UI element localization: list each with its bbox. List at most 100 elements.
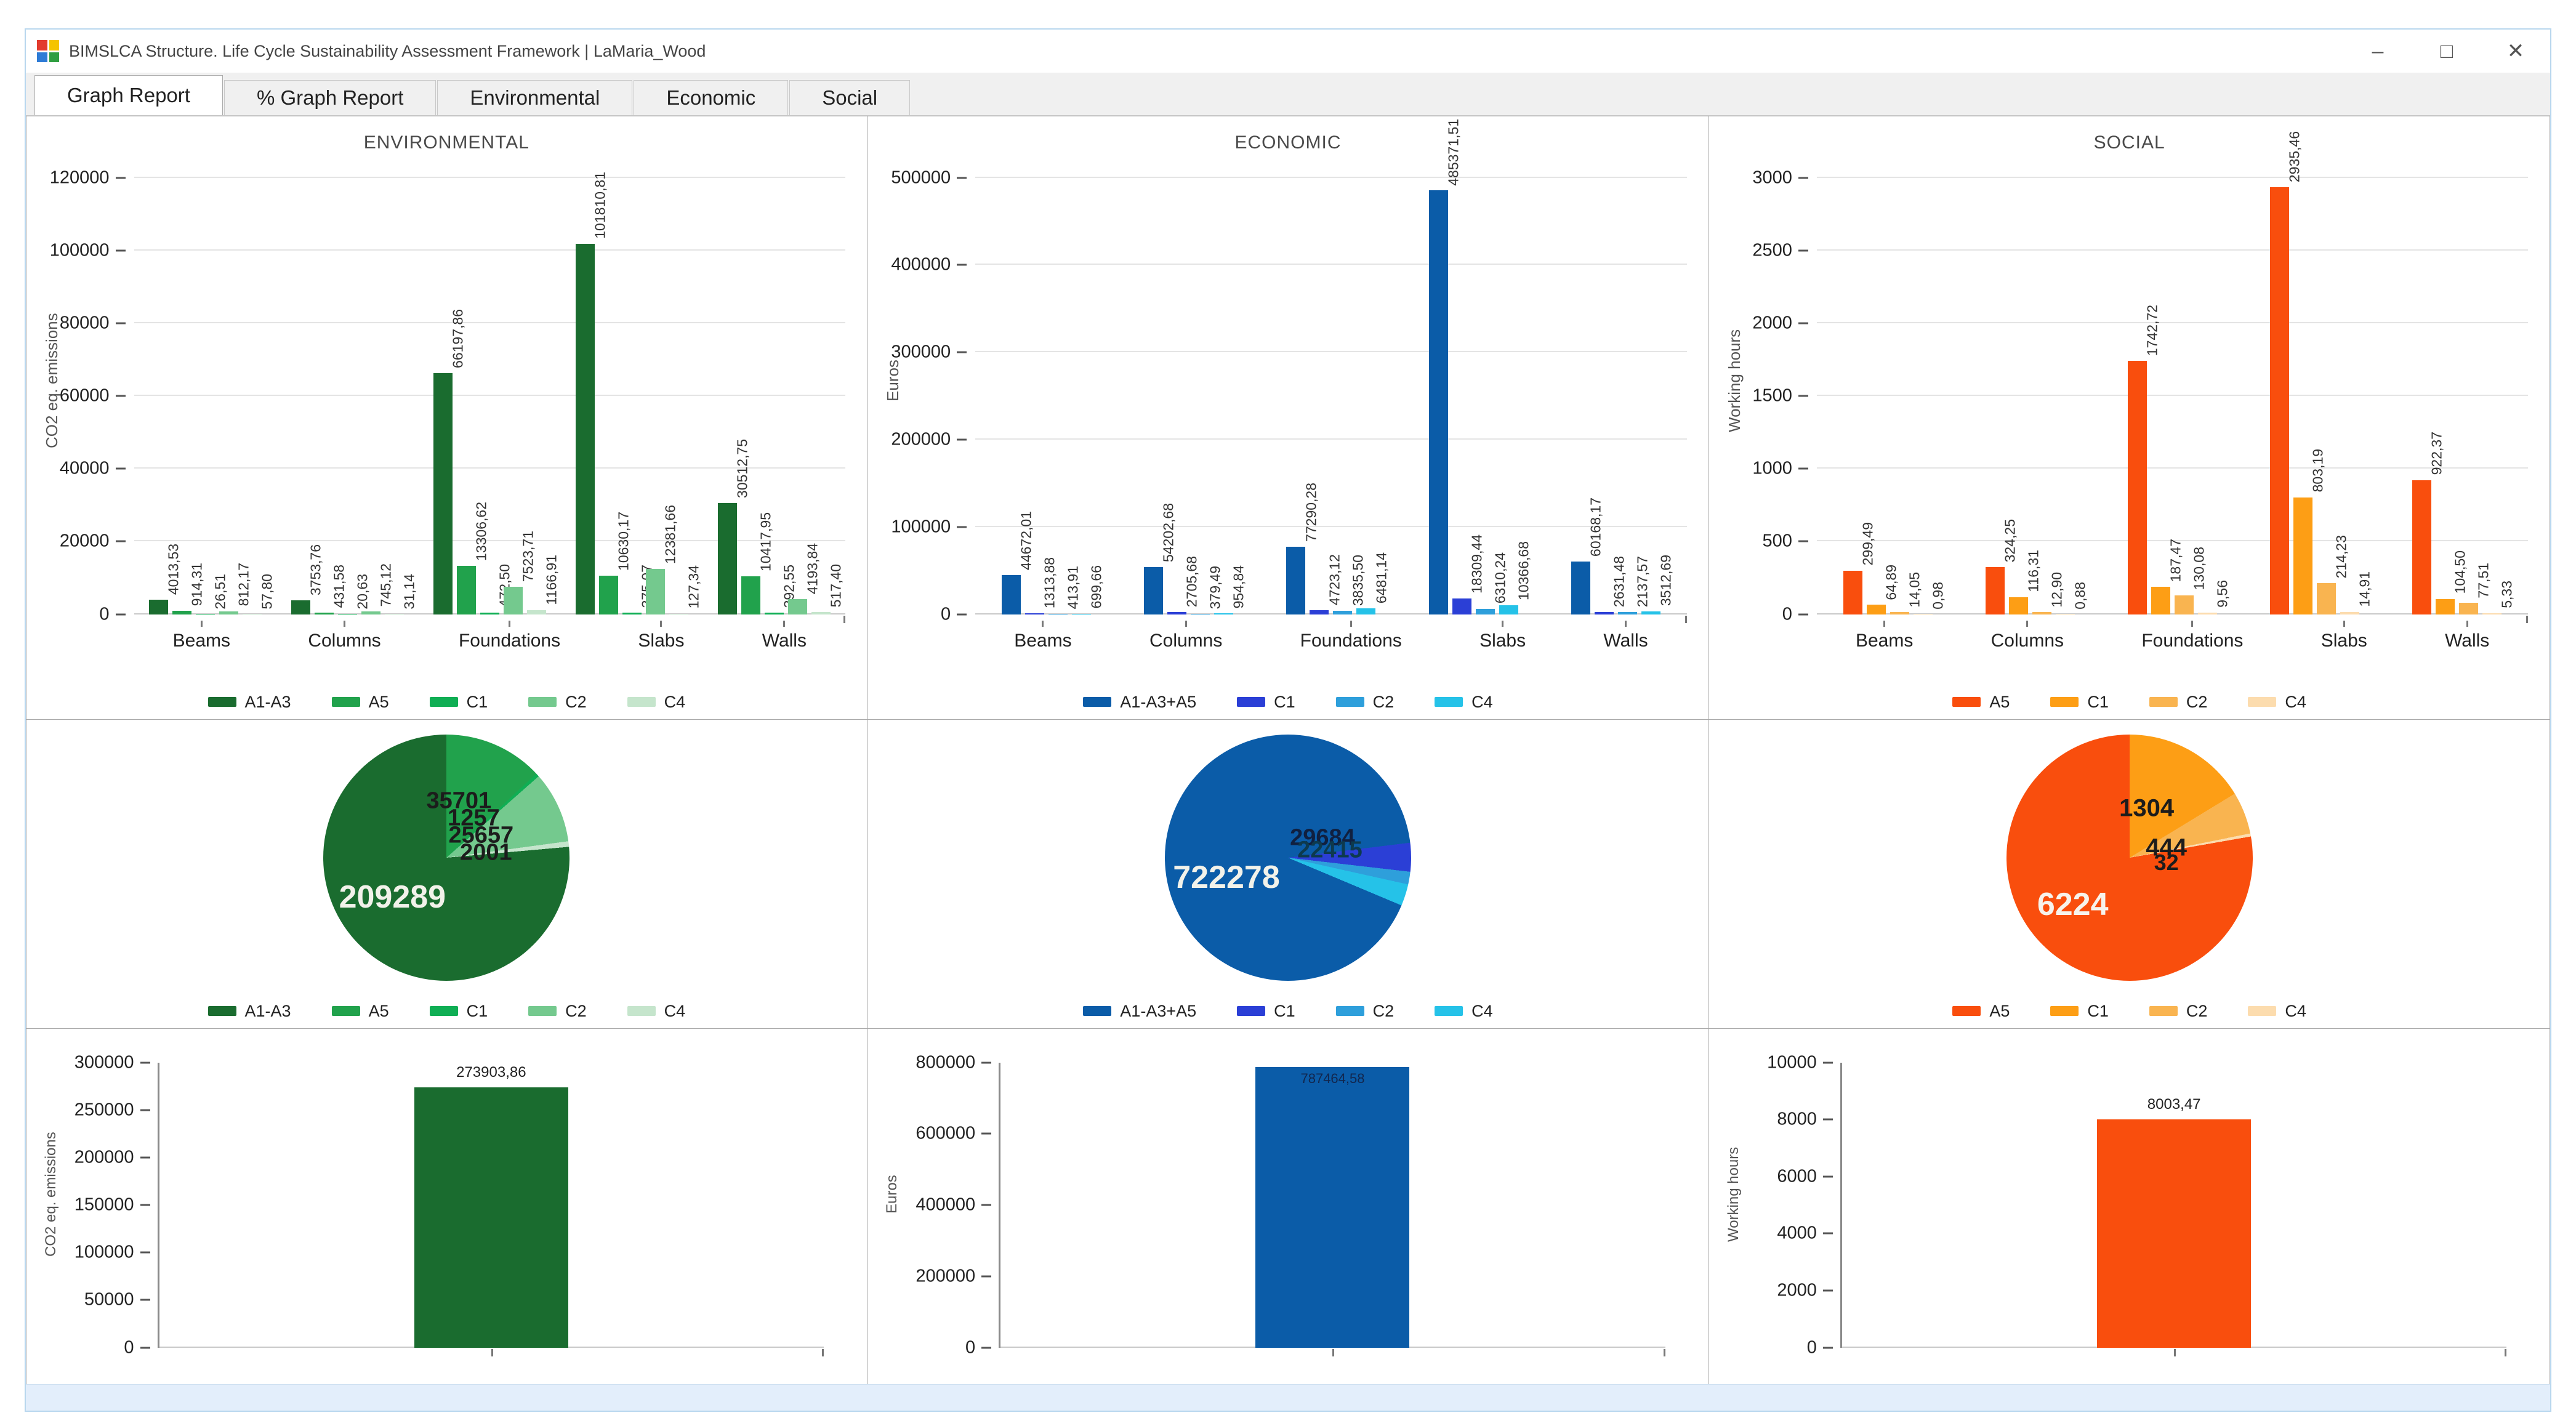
bar-slot: 66197,86 [433,178,453,614]
economic-total-chart-panel: Euros787464,580200000400000600000800000 [867,1028,1709,1385]
category-text: Beams [173,630,230,651]
total-bar-value-label: 273903,86 [456,1064,526,1081]
legend-label: C2 [2186,693,2208,712]
category-label-beams: Beams [1014,621,1071,651]
bar-value-label: 699,66 [1090,565,1104,608]
bar-slot: 392,55 [765,178,784,614]
y-tick-mark [957,526,967,528]
category-label-columns: Columns [1991,621,2064,651]
bar-slot: 54202,68 [1144,178,1163,614]
bar-slot: 0,88 [2056,178,2075,614]
category-text: Walls [2445,630,2489,651]
legend-label: C4 [664,1002,686,1021]
y-tick-mark [1823,1347,1833,1348]
legend-item-a1-a3-a5: A1-A3+A5 [1083,693,1196,712]
legend-item-c1: C1 [430,693,488,712]
bar-slabs-a5 [2270,187,2289,614]
bar-slot: 0,98 [1914,178,1933,614]
bar-slot: 3753,76 [291,178,310,614]
legend-swatch [1952,1006,1981,1016]
bar-beams-c2 [1890,612,1909,614]
x-axis-center-tick [1332,1349,1334,1356]
bar-slot: 60168,17 [1571,178,1590,614]
tab-environmental[interactable]: Environmental [437,80,632,115]
bar-slot: 3512,69 [1641,178,1660,614]
bar-slabs-a1-a3-a5 [1429,190,1448,614]
category-tick [1883,621,1885,627]
y-tick-label: 20000 [60,531,110,552]
legend-item-c2: C2 [2149,1002,2208,1021]
legend-label: C2 [2186,1002,2208,1021]
category-text: Beams [1014,630,1071,651]
y-tick-label: 2000 [1752,313,1792,333]
category-tick [344,621,345,627]
category-text: Beams [1856,630,1913,651]
tab-graph-report[interactable]: Graph Report [34,75,223,115]
bar-foundations-c4 [2198,613,2217,614]
bar-slot: 57,80 [243,178,262,614]
y-tick-label: 300000 [891,342,951,363]
bar-beams-c2 [219,611,238,614]
legend: A1-A3A5C1C2C4 [26,1002,867,1021]
legend-label: C4 [2285,1002,2306,1021]
bar-foundations-c4 [1356,608,1375,614]
legend-swatch [1435,1006,1463,1016]
tab-graph-report[interactable]: % Graph Report [224,80,436,115]
y-axis: 0200000400000600000800000 [867,1063,994,1348]
category-tick [1625,621,1627,627]
bar-columns-c1 [2009,597,2028,614]
y-tick-mark [981,1061,991,1063]
close-button[interactable]: ✕ [2481,30,2550,73]
tab-social[interactable]: Social [789,80,910,115]
y-axis: 020000400006000080000100000120000 [26,178,128,614]
bar-value-label: 485371,51 [1446,119,1460,186]
y-tick-mark [1798,613,1808,615]
legend-swatch [1237,1006,1265,1016]
bar-beams-c1 [1867,605,1886,614]
category-tick [201,621,203,627]
minimize-button[interactable]: – [2343,30,2412,73]
y-tick-label: 150000 [74,1195,134,1215]
y-tick-label: 200000 [916,1266,975,1286]
bar-foundations-a5 [457,566,476,614]
bar-slot: 3835,50 [1333,178,1352,614]
plot-area: 273903,86 [159,1063,824,1348]
social-pie: 1304444326224 [2006,735,2253,981]
legend-item-c4: C4 [2248,1002,2306,1021]
bar-value-label: 5,33 [2500,581,2514,608]
legend-swatch [1435,697,1463,707]
y-tick-mark [116,468,126,470]
plot-area: 787464,58 [1000,1063,1665,1348]
bar-slabs-c1 [2293,498,2312,614]
social-total-chart-panel: Working hours8003,4702000400060008000100… [1709,1028,2551,1385]
legend-item-c2: C2 [1336,693,1395,712]
legend-item-a5: A5 [1952,1002,2010,1021]
bar-slot: 13306,62 [457,178,476,614]
bar-slot: 7523,71 [504,178,523,614]
bar-walls-c4 [2482,613,2502,614]
bar-foundations-c2 [504,587,523,614]
y-tick-label: 0 [1782,604,1792,624]
tab-bar: Graph Report% Graph ReportEnvironmentalE… [26,73,2550,116]
legend-label: A1-A3 [245,1002,291,1021]
legend-swatch [1336,697,1364,707]
category-tick [1042,621,1044,627]
y-tick-mark [140,1156,150,1158]
bar-slot: 14,91 [2340,178,2359,614]
tab-economic[interactable]: Economic [634,80,788,115]
chart-title: SOCIAL [1709,132,2550,153]
bar-beams-a1-a3 [149,600,168,614]
legend-item-c4: C4 [2248,693,2306,712]
y-tick-mark [116,322,126,324]
category-tick [783,621,785,627]
y-tick-label: 0 [1807,1337,1817,1358]
bar-slot: 64,89 [1867,178,1886,614]
bar-slot: 1742,72 [2128,178,2147,614]
maximize-button[interactable]: □ [2412,30,2481,73]
category-tick [1502,621,1503,627]
total-bar-value-label: 8003,47 [2147,1096,2201,1113]
bar-slot: 2137,57 [1618,178,1637,614]
legend-swatch [2149,1006,2178,1016]
y-tick-mark [957,438,967,440]
social-bar-chart-panel: SOCIALWorking hours299,4964,8914,050,983… [1709,116,2551,720]
